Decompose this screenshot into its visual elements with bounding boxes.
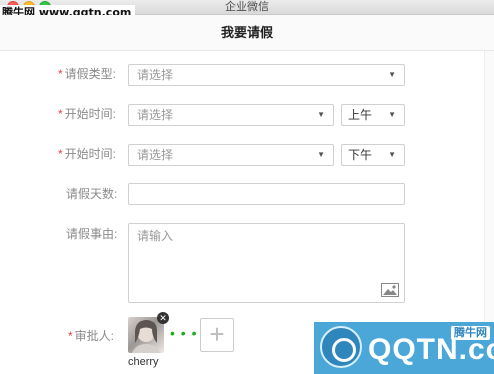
reason-textarea[interactable]: 请输入 [128, 223, 405, 303]
add-approver-button[interactable]: + [200, 318, 234, 352]
end-period-select[interactable]: 下午 ▼ [341, 144, 405, 166]
remove-approver-icon[interactable]: ✕ [157, 312, 169, 324]
reason-placeholder: 请输入 [137, 229, 174, 243]
required-mark: * [58, 147, 63, 161]
image-upload-icon[interactable] [381, 283, 399, 297]
chevron-down-icon: ▼ [388, 70, 396, 79]
flow-dots-icon: • • • [170, 325, 198, 341]
end-time-label-text: 开始时间: [64, 147, 117, 161]
chevron-down-icon: ▼ [317, 110, 325, 119]
watermark-logo: QQTN.com 腾牛网 [314, 322, 494, 374]
page-title: 我要请假 [220, 25, 273, 40]
reason-label: 请假事由: [66, 227, 118, 241]
watermark-brand-sub: 腾牛网 [451, 326, 490, 340]
end-date-select[interactable]: 请选择 ▼ [128, 144, 334, 166]
page-header: 我要请假 [0, 15, 494, 51]
chevron-down-icon: ▼ [388, 110, 396, 119]
leave-type-select[interactable]: 请选择 ▼ [128, 64, 405, 86]
start-period-value: 上午 [348, 108, 373, 122]
start-time-label-text: 开始时间: [64, 107, 117, 121]
required-mark: * [58, 107, 63, 121]
leave-type-placeholder: 请选择 [137, 68, 174, 82]
end-time-label: * 开始时间: [58, 144, 116, 164]
start-date-select[interactable]: 请选择 ▼ [128, 104, 334, 126]
required-mark: * [68, 329, 73, 343]
approver-label: * 审批人: [68, 326, 114, 346]
approver-label-text: 审批人: [74, 329, 115, 343]
watermark-emblem-icon [320, 326, 362, 368]
approver-name: cherry [128, 356, 159, 368]
start-time-label: * 开始时间: [58, 104, 116, 124]
leave-type-label-text: 请假类型: [64, 67, 117, 81]
chevron-down-icon: ▼ [388, 150, 396, 159]
end-period-value: 下午 [348, 148, 373, 162]
days-label: 请假天数: [66, 187, 118, 201]
end-date-placeholder: 请选择 [137, 148, 174, 162]
chevron-down-icon: ▼ [317, 150, 325, 159]
start-date-placeholder: 请选择 [137, 108, 174, 122]
start-period-select[interactable]: 上午 ▼ [341, 104, 405, 126]
days-input[interactable] [128, 183, 405, 205]
leave-type-label: * 请假类型: [58, 64, 116, 84]
required-mark: * [58, 67, 63, 81]
